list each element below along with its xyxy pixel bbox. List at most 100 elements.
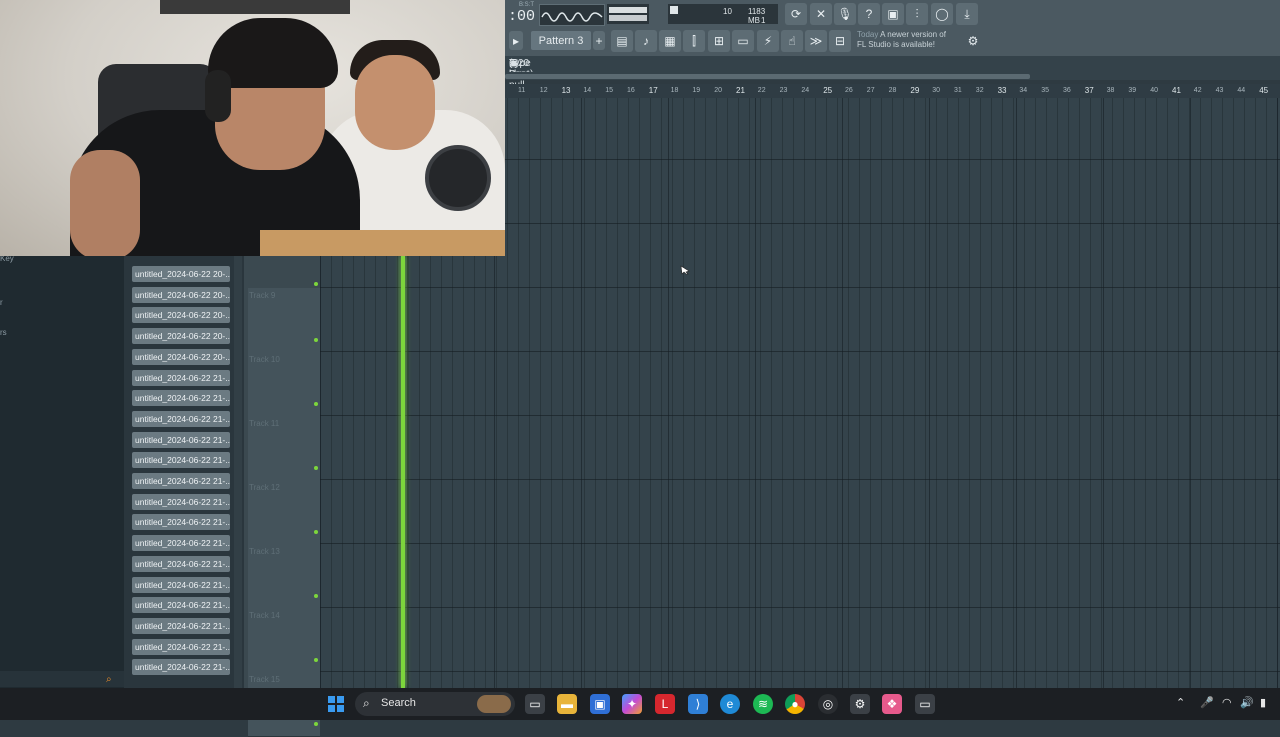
track-header[interactable]: Track 9 [248, 288, 320, 353]
playlist-horizontal-scrollbar[interactable] [505, 72, 1280, 80]
ruler-tick: 24 [801, 87, 810, 94]
ruler-tick: 34 [1019, 87, 1028, 94]
clip-item[interactable]: untitled_2024-06-22 21-... [132, 597, 230, 614]
clip-item[interactable]: untitled_2024-06-22 21-... [132, 617, 230, 634]
track-mute-led[interactable] [314, 530, 318, 534]
wifi-icon[interactable]: ◠ [1222, 696, 1232, 709]
update-icon[interactable]: ⚙ [962, 30, 984, 52]
store-icon[interactable]: ▣ [590, 694, 610, 714]
timeline-ruler[interactable]: 11 12 13 14 15 16 17 18 19 20 21 22 23 24 25 26 27 28 29 30… [505, 84, 1280, 98]
song-position-display[interactable]: :00 [508, 8, 535, 25]
track-mute-led[interactable] [314, 658, 318, 662]
browser-tree-icon[interactable]: ⊞ [708, 30, 730, 52]
chat-icon[interactable]: ◯ [931, 3, 953, 25]
save-icon[interactable]: ▣ [882, 3, 904, 25]
metronome-icon[interactable]: ✕ [810, 3, 832, 25]
clip-item[interactable]: untitled_2024-06-22 21-... [132, 452, 230, 469]
spotify-icon[interactable]: ≋ [753, 694, 773, 714]
microphone-icon[interactable]: 🎤 [1200, 696, 1214, 709]
ruler-tick: 40 [1150, 87, 1158, 94]
browser-label-r[interactable]: r [0, 298, 3, 307]
ruler-tick: 21 [736, 86, 745, 95]
scrollbar-thumb[interactable] [505, 74, 1030, 79]
clip-item[interactable]: untitled_2024-06-22 21-... [132, 473, 230, 489]
pattern-prev-icon[interactable]: ▸ [509, 31, 523, 50]
browser-label-rs[interactable]: rs [0, 328, 7, 337]
clip-item[interactable]: untitled_2024-06-22 20-... [132, 307, 230, 324]
task-view-icon[interactable]: ▭ [525, 694, 545, 714]
chevron-up-icon[interactable]: ⌃ [1176, 696, 1185, 709]
clip-item[interactable]: untitled_2024-06-22 20-... [132, 328, 230, 345]
track-mute-led[interactable] [314, 282, 318, 286]
clip-item[interactable]: untitled_2024-06-22 21-... [132, 535, 230, 552]
playlist-title-bar[interactable]: Type Beat pull up _ 2023 _ ▣ (320 kbps) … [505, 56, 1280, 124]
fl-studio-icon[interactable]: ❖ [882, 694, 902, 714]
clip-item[interactable]: untitled_2024-06-22 21-... [132, 369, 230, 386]
settings-icon[interactable]: ⚙ [850, 694, 870, 714]
clip-item[interactable]: untitled_2024-06-22 21-... [132, 410, 230, 427]
master-volume-meter [607, 4, 649, 24]
clip-item[interactable]: untitled_2024-06-22 21-... [132, 514, 230, 531]
l-app-icon[interactable]: L [655, 694, 675, 714]
clip-item[interactable]: untitled_2024-06-22 21-... [132, 659, 230, 676]
files-icon[interactable]: ▭ [732, 30, 754, 52]
track-header[interactable]: Track 11 [248, 416, 320, 481]
tempo-icon[interactable]: ≫ [805, 30, 827, 52]
copilot-icon[interactable]: ✦ [622, 694, 642, 714]
plugin-icon[interactable]: ⚡ [757, 30, 779, 52]
track-name: Track 9 [249, 291, 276, 300]
clip-item[interactable]: untitled_2024-06-22 21-... [132, 493, 230, 510]
volume-icon[interactable]: 🔊 [1240, 696, 1254, 709]
edge-icon[interactable]: e [720, 694, 740, 714]
clip-item[interactable]: untitled_2024-06-22 21-... [132, 431, 230, 448]
track-header[interactable]: Track 13 [248, 544, 320, 609]
clip-item[interactable]: untitled_2024-06-22 21-... [132, 638, 230, 655]
playlist-icon[interactable]: ▤ [611, 30, 633, 52]
clip-item[interactable]: untitled_2024-06-22 20-... [132, 348, 230, 365]
clip-item[interactable]: untitled_2024-06-22 21-... [132, 390, 230, 407]
battery-icon[interactable]: ▮ [1260, 696, 1266, 709]
ruler-tick: 37 [1084, 86, 1094, 95]
ruler-tick: 33 [997, 86, 1007, 95]
clip-item[interactable]: untitled_2024-06-22 21-... [132, 555, 230, 572]
chevron-right-icon: › [509, 58, 513, 69]
clip-item[interactable]: untitled_2024-06-22 21-... [132, 576, 230, 593]
search-icon[interactable]: ⌕ [106, 674, 112, 685]
folder-icon[interactable]: ▬ [557, 694, 577, 714]
loop-icon[interactable]: ⟳ [785, 3, 807, 25]
download-icon[interactable]: ⤓ [956, 3, 978, 25]
track-mute-led[interactable] [314, 722, 318, 726]
track-header[interactable]: Track 12 [248, 480, 320, 545]
windows-start-icon[interactable] [326, 694, 346, 714]
ruler-tick: 25 [823, 86, 833, 95]
window-icon[interactable]: ▭ [915, 694, 935, 714]
cart-icon[interactable]: ⊟ [829, 30, 851, 52]
channel-rack-icon[interactable]: ▦ [659, 30, 681, 52]
pattern-add-icon[interactable]: + [593, 31, 605, 50]
piano-roll-icon[interactable]: ♪ [635, 30, 657, 52]
taskbar-search[interactable]: ⌕ Search [355, 692, 515, 716]
track-mute-led[interactable] [314, 466, 318, 470]
help-icon[interactable]: ? [858, 3, 880, 25]
track-mute-led[interactable] [314, 338, 318, 342]
pattern-selector[interactable]: Pattern 3 [531, 31, 591, 50]
browser-panel: Key r rs ⌕ [0, 254, 124, 688]
clip-list-scrollbar[interactable] [234, 256, 242, 688]
obs-icon[interactable]: ◎ [818, 694, 838, 714]
polyphony-value: 1 [761, 16, 766, 25]
mixer-small-icon[interactable]: ⫶ [906, 3, 928, 25]
news-panel[interactable]: Today A newer version of FL Studio is av… [857, 30, 946, 50]
track-header[interactable]: Track 14 [248, 608, 320, 673]
clip-item[interactable]: untitled_2024-06-22 20-... [132, 266, 230, 282]
track-header[interactable]: Track 10 [248, 352, 320, 417]
track-mute-led[interactable] [314, 594, 318, 598]
track-mute-led[interactable] [314, 402, 318, 406]
clip-item[interactable]: untitled_2024-06-22 20-... [132, 286, 230, 303]
track-name: Track 10 [249, 355, 280, 364]
playhead[interactable] [401, 256, 405, 688]
mixer-icon[interactable]: ⫿ [683, 30, 705, 52]
record-mic-icon[interactable]: 🎙 [834, 3, 856, 25]
chrome-icon[interactable]: ● [785, 694, 805, 714]
touch-icon[interactable]: ☝ [781, 30, 803, 52]
vscode-icon[interactable]: ⟩ [688, 694, 708, 714]
